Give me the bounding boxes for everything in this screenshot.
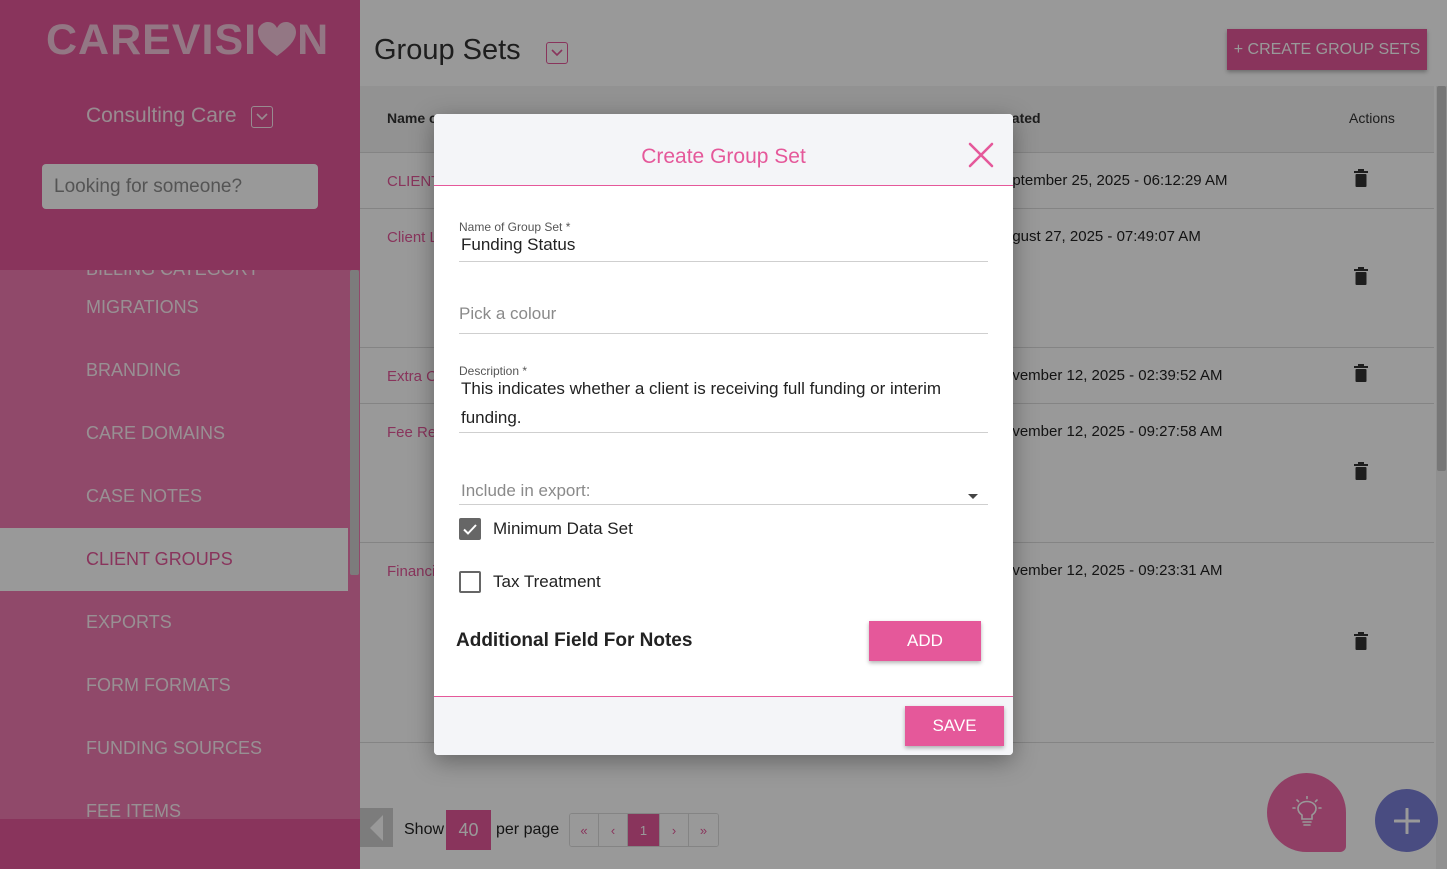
dropdown-arrow-icon (968, 494, 978, 499)
create-group-set-dialog: Create Group Set Name of Group Set * Fun… (434, 114, 1013, 755)
add-button[interactable]: ADD (869, 621, 981, 661)
include-in-export-select[interactable]: Include in export: (459, 472, 988, 505)
checkmark-icon (463, 523, 477, 535)
colour-picker-field[interactable]: Pick a colour (459, 294, 988, 334)
include-in-export-placeholder: Include in export: (461, 481, 591, 500)
minimum-data-set-label[interactable]: Minimum Data Set (493, 519, 633, 539)
tax-treatment-label[interactable]: Tax Treatment (493, 572, 601, 592)
group-set-name-field[interactable]: Name of Group Set * Funding Status (459, 218, 988, 262)
description-input[interactable]: This indicates whether a client is recei… (461, 374, 961, 432)
minimum-data-set-checkbox[interactable] (459, 518, 481, 540)
close-icon[interactable] (966, 140, 996, 170)
description-field[interactable]: Description * This indicates whether a c… (459, 362, 988, 433)
tax-treatment-checkbox[interactable] (459, 571, 481, 593)
dialog-title: Create Group Set (641, 145, 806, 168)
save-button[interactable]: SAVE (905, 706, 1004, 746)
additional-field-notes-label: Additional Field For Notes (456, 630, 693, 651)
dialog-header: Create Group Set (434, 114, 1013, 186)
dialog-footer: SAVE (434, 696, 1013, 755)
group-set-name-input[interactable]: Funding Status (461, 230, 575, 259)
colour-picker-placeholder: Pick a colour (459, 304, 557, 323)
